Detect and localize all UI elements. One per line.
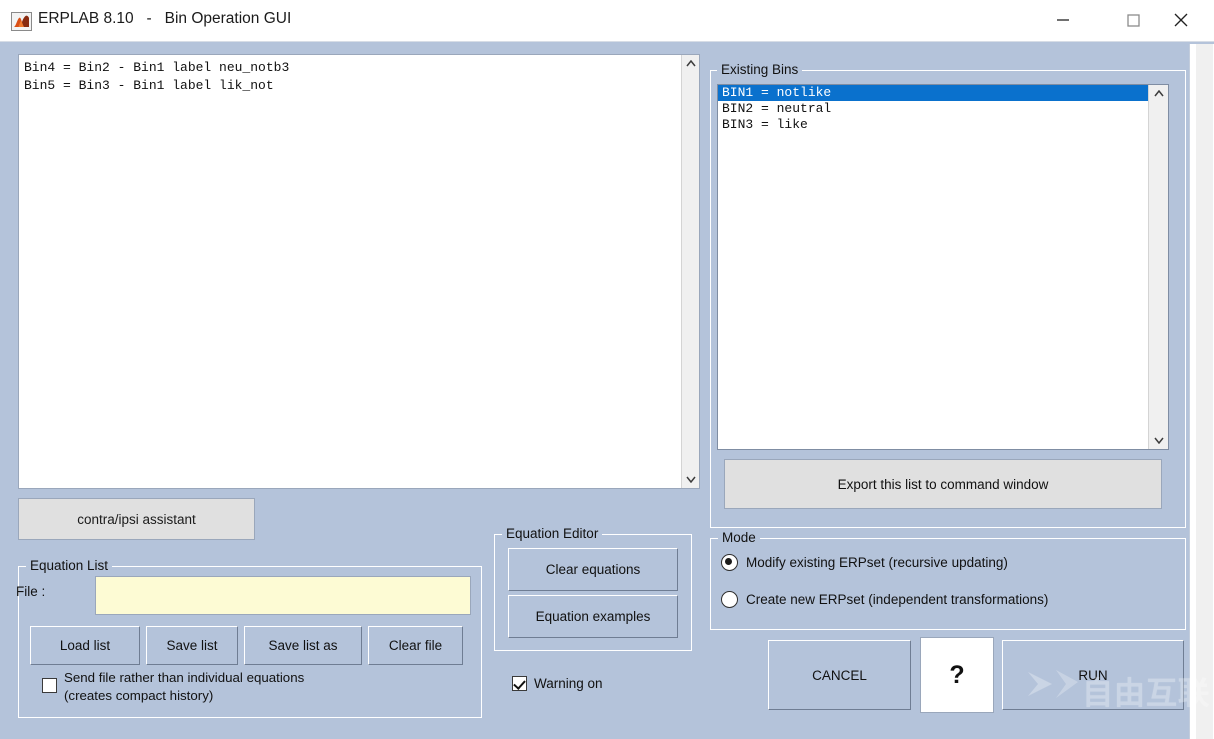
cancel-button[interactable]: CANCEL bbox=[768, 640, 911, 710]
save-list-as-button[interactable]: Save list as bbox=[244, 626, 362, 665]
file-label: File : bbox=[16, 584, 46, 599]
minimize-icon bbox=[1057, 19, 1069, 21]
equation-area-scrollbar[interactable] bbox=[681, 55, 699, 488]
bins-scroll-up-button[interactable] bbox=[1149, 85, 1168, 102]
mode-group-title: Mode bbox=[718, 530, 760, 545]
chevron-down-icon bbox=[1153, 437, 1164, 444]
mode-option-modify[interactable]: Modify existing ERPset (recursive updati… bbox=[721, 554, 1008, 571]
existing-bins-list[interactable]: BIN1 = notlike BIN2 = neutral BIN3 = lik… bbox=[717, 84, 1169, 450]
equation-text-content: Bin4 = Bin2 - Bin1 label neu_notb3 Bin5 … bbox=[24, 60, 290, 93]
window-title: ERPLAB 8.10 - Bin Operation GUI bbox=[38, 10, 292, 27]
warning-on-checkbox[interactable] bbox=[512, 676, 527, 691]
close-button[interactable] bbox=[1158, 0, 1204, 41]
equation-editor-group-title: Equation Editor bbox=[502, 526, 603, 541]
file-input[interactable] bbox=[95, 576, 471, 615]
equation-examples-button[interactable]: Equation examples bbox=[508, 595, 678, 638]
equation-list-group-title: Equation List bbox=[26, 558, 113, 573]
clear-equations-button[interactable]: Clear equations bbox=[508, 548, 678, 591]
list-item[interactable]: BIN3 = like bbox=[718, 117, 1168, 133]
export-list-button[interactable]: Export this list to command window bbox=[724, 459, 1162, 509]
equation-text-area[interactable]: Bin4 = Bin2 - Bin1 label neu_notb3 Bin5 … bbox=[18, 54, 700, 489]
send-file-checkbox-label: Send file rather than individual equatio… bbox=[64, 670, 305, 703]
membrane-glyph bbox=[14, 15, 29, 27]
list-item[interactable]: BIN2 = neutral bbox=[718, 101, 1168, 117]
mode-option-create[interactable]: Create new ERPset (independent transform… bbox=[721, 591, 1048, 608]
mode-option-modify-label: Modify existing ERPset (recursive updati… bbox=[746, 555, 1008, 570]
radio-create-new[interactable] bbox=[721, 591, 738, 608]
mode-group: Mode bbox=[710, 530, 1186, 630]
save-list-button[interactable]: Save list bbox=[146, 626, 238, 665]
existing-bins-group-title: Existing Bins bbox=[717, 62, 803, 77]
clear-file-button[interactable]: Clear file bbox=[368, 626, 463, 665]
maximize-button[interactable] bbox=[1111, 0, 1157, 41]
list-item[interactable]: BIN1 = notlike bbox=[718, 85, 1168, 101]
chevron-down-icon bbox=[685, 476, 696, 483]
close-icon bbox=[1174, 13, 1188, 27]
equation-scroll-up-button[interactable] bbox=[682, 55, 699, 72]
matlab-membrane-icon bbox=[11, 12, 32, 31]
send-file-checkbox-row[interactable]: Send file rather than individual equatio… bbox=[42, 669, 304, 705]
warning-on-checkbox-row[interactable]: Warning on bbox=[512, 676, 603, 691]
load-list-button[interactable]: Load list bbox=[30, 626, 140, 665]
right-edge-panel bbox=[1189, 44, 1214, 739]
minimize-button[interactable] bbox=[1041, 0, 1087, 41]
help-button[interactable]: ? bbox=[920, 637, 994, 713]
run-button[interactable]: RUN bbox=[1002, 640, 1184, 710]
title-bar: ERPLAB 8.10 - Bin Operation GUI bbox=[0, 0, 1214, 42]
mode-option-create-label: Create new ERPset (independent transform… bbox=[746, 592, 1049, 607]
chevron-up-icon bbox=[1153, 90, 1164, 97]
warning-on-label: Warning on bbox=[534, 676, 603, 691]
existing-bins-scrollbar[interactable] bbox=[1148, 85, 1168, 449]
bin-operation-window: ERPLAB 8.10 - Bin Operation GUI Bin4 = B… bbox=[0, 0, 1214, 739]
send-file-checkbox[interactable] bbox=[42, 678, 57, 693]
radio-modify-existing[interactable] bbox=[721, 554, 738, 571]
chevron-up-icon bbox=[685, 60, 696, 67]
equation-scroll-down-button[interactable] bbox=[682, 471, 699, 488]
right-edge-scrollbar[interactable] bbox=[1196, 44, 1213, 739]
maximize-icon bbox=[1127, 14, 1140, 27]
contra-ipsi-assistant-button[interactable]: contra/ipsi assistant bbox=[18, 498, 255, 540]
bins-scroll-down-button[interactable] bbox=[1149, 432, 1168, 449]
